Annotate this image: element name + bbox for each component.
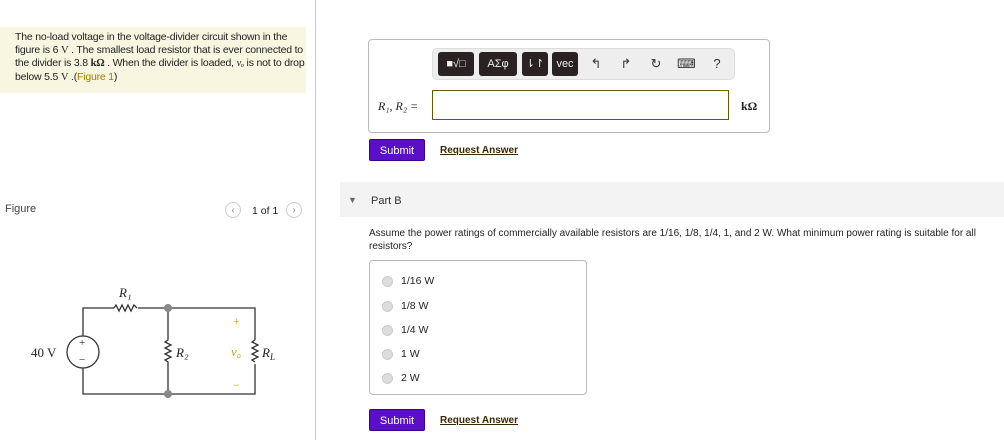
source-minus: −	[79, 354, 85, 366]
option-label: 1 W	[401, 348, 420, 360]
vec-button[interactable]: vec	[552, 52, 578, 76]
vo-label: vo	[231, 344, 241, 360]
panel-divider[interactable]	[315, 0, 316, 440]
question-text: Assume the power ratings of commercially…	[369, 228, 976, 252]
redo-icon[interactable]: ↱	[617, 56, 635, 72]
source-label: 40 V	[31, 345, 57, 360]
option-label: 1/16 W	[401, 275, 435, 287]
radio-option-1[interactable]	[382, 276, 393, 287]
option-label: 1/8 W	[401, 300, 429, 312]
answer-input[interactable]	[432, 90, 729, 120]
answer-label: R₁, R₂ =	[378, 99, 419, 113]
resistor-r1	[113, 303, 138, 313]
part-b-title: Part B	[371, 195, 402, 207]
node	[164, 304, 172, 312]
vo-minus: −	[233, 378, 240, 392]
undo-icon[interactable]: ↰	[587, 56, 605, 72]
option-label: 1/4 W	[401, 324, 429, 336]
vo-plus: +	[233, 314, 240, 328]
templates-button[interactable]: ■√□	[438, 52, 474, 76]
source-plus: +	[79, 337, 85, 349]
option-label: 2 W	[401, 372, 420, 384]
wires	[82, 307, 256, 395]
r1-label: R₁	[118, 285, 131, 300]
request-answer-link-b[interactable]: Request Answer	[440, 415, 518, 426]
node	[164, 390, 172, 398]
help-icon[interactable]: ?	[708, 56, 726, 71]
arrows-button[interactable]: ⇂↾	[522, 52, 548, 76]
keyboard-icon[interactable]: ⌨	[677, 56, 696, 72]
rl-label: RL	[261, 345, 275, 362]
r2-label: R₂	[175, 345, 189, 360]
collapse-icon[interactable]: ▼	[348, 195, 357, 205]
circuit-diagram: 40 V + − R₁ R₂ RL + vo −	[31, 285, 275, 398]
request-answer-link[interactable]: Request Answer	[440, 145, 518, 156]
unit-label: kΩ	[741, 99, 758, 113]
resistor-rl	[250, 339, 260, 363]
radio-option-5[interactable]	[382, 373, 393, 384]
resistor-r2	[163, 308, 173, 394]
radio-option-4[interactable]	[382, 349, 393, 360]
radio-option-3[interactable]	[382, 325, 393, 336]
reset-icon[interactable]: ↻	[647, 56, 665, 72]
radio-option-2[interactable]	[382, 301, 393, 312]
part-b-header[interactable]	[340, 182, 1004, 217]
greek-button[interactable]: ΑΣφ	[479, 52, 517, 76]
submit-button[interactable]: Submit	[369, 139, 425, 161]
submit-button-b[interactable]: Submit	[369, 409, 425, 431]
